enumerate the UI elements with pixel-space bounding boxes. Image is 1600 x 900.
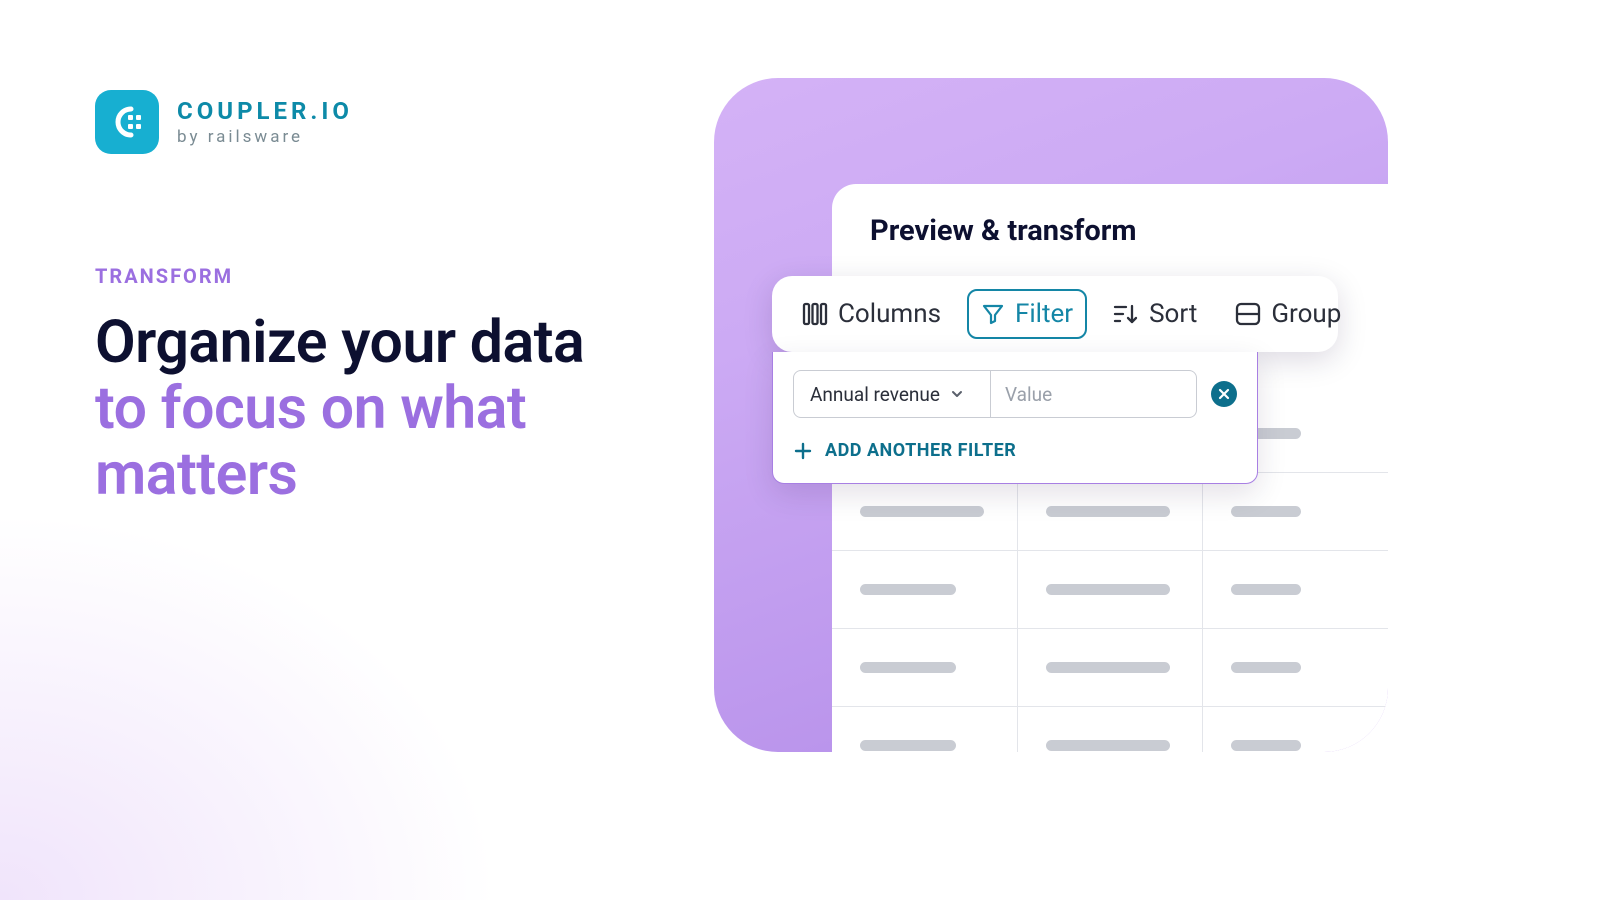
- card-title: Preview & transform: [870, 214, 1352, 248]
- tab-sort[interactable]: Sort: [1101, 291, 1209, 337]
- tab-columns-label: Columns: [838, 299, 941, 329]
- add-filter-label: ADD ANOTHER FILTER: [825, 440, 1016, 461]
- remove-filter-button[interactable]: [1211, 381, 1237, 407]
- tab-sort-label: Sort: [1149, 299, 1197, 329]
- tab-filter[interactable]: Filter: [967, 289, 1087, 339]
- tab-columns[interactable]: Columns: [790, 291, 953, 337]
- filter-value-placeholder: Value: [1005, 383, 1052, 406]
- plus-icon: [793, 441, 813, 461]
- add-filter-button[interactable]: ADD ANOTHER FILTER: [793, 440, 1237, 461]
- tab-filter-label: Filter: [1015, 299, 1073, 329]
- chevron-down-icon: [950, 383, 964, 406]
- columns-icon: [802, 301, 828, 327]
- brand-logo-mark: [95, 90, 159, 154]
- brand-lockup: COUPLER.IO by railsware: [95, 90, 695, 154]
- close-icon: [1217, 387, 1231, 401]
- feature-illustration-panel: Preview & transform Columns Filter Sort: [714, 78, 1388, 752]
- filter-icon: [981, 302, 1005, 326]
- tab-group[interactable]: Group: [1223, 291, 1353, 337]
- sort-icon: [1113, 302, 1139, 326]
- headline: Organize your data to focus on what matt…: [95, 310, 695, 508]
- filter-value-input[interactable]: Value: [991, 370, 1197, 418]
- group-icon: [1235, 302, 1261, 326]
- filter-dropdown-card: Annual revenue Value ADD ANOTHER FILTER: [772, 352, 1258, 484]
- tab-group-label: Group: [1271, 299, 1341, 329]
- filter-field-value: Annual revenue: [810, 383, 940, 406]
- headline-line-2: to focus on what matters: [95, 374, 526, 509]
- transform-toolbar: Columns Filter Sort Group: [772, 276, 1338, 352]
- filter-field-select[interactable]: Annual revenue: [793, 370, 991, 418]
- brand-name: COUPLER.IO: [177, 99, 353, 123]
- headline-line-1: Organize your data: [95, 308, 584, 377]
- eyebrow-label: TRANSFORM: [95, 264, 695, 288]
- brand-byline: by railsware: [177, 129, 353, 146]
